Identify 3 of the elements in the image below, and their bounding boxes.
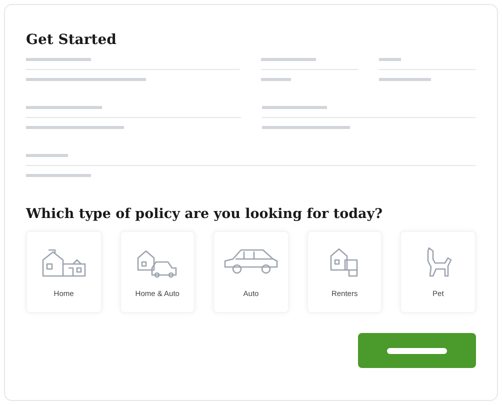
question-heading: Which type of policy are you looking for today? [26,205,384,223]
form-title: Get Started [26,31,118,49]
submit-button[interactable] [358,333,476,368]
